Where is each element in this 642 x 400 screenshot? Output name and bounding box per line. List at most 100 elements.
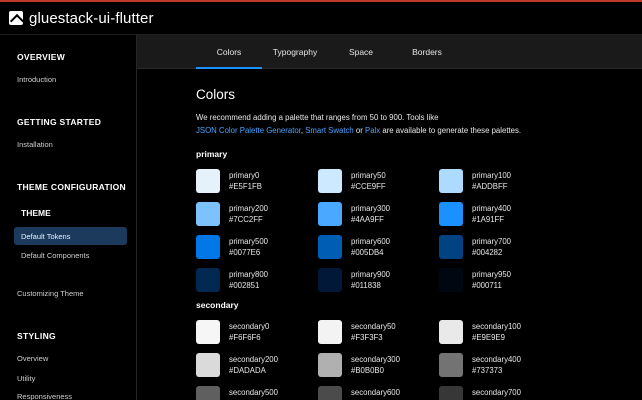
color-swatch-label: primary0 #E5F1FB bbox=[229, 169, 262, 192]
color-token-name: secondary200 bbox=[229, 355, 278, 364]
tab-typography[interactable]: Typography bbox=[262, 35, 328, 69]
color-hex-value: #F6F6F6 bbox=[229, 333, 261, 342]
color-swatch bbox=[439, 386, 463, 400]
json-color-palette-generator-link[interactable]: JSON Color Palette Generator bbox=[196, 126, 301, 135]
color-swatch bbox=[439, 169, 463, 193]
color-hex-value: #011838 bbox=[351, 281, 381, 290]
color-swatch bbox=[439, 202, 463, 226]
color-swatch-item: primary400 #1A91FF bbox=[439, 202, 511, 226]
color-hex-value: #004282 bbox=[472, 248, 503, 257]
color-swatch bbox=[196, 169, 220, 193]
color-swatch-item: secondary0 #F6F6F6 bbox=[196, 320, 269, 344]
color-token-name: primary200 bbox=[229, 204, 268, 213]
color-token-name: primary700 bbox=[472, 237, 511, 246]
color-hex-value: #ADDBFF bbox=[472, 182, 508, 191]
color-swatch-item: secondary200 #DADADA bbox=[196, 353, 278, 377]
color-swatch-item: primary100 #ADDBFF bbox=[439, 169, 511, 193]
color-swatch-item: secondary400 #737373 bbox=[439, 353, 521, 377]
main-content: Colors We recommend adding a palette tha… bbox=[137, 69, 642, 400]
color-token-name: primary600 bbox=[351, 237, 390, 246]
color-swatch-label: primary600 #005DB4 bbox=[351, 235, 390, 258]
sidebar-item-utility[interactable]: Utility bbox=[17, 374, 35, 383]
color-token-name: primary100 bbox=[472, 171, 511, 180]
color-swatch-label: secondary300 #B0B0B0 bbox=[351, 353, 400, 376]
palx-link[interactable]: Palx bbox=[365, 126, 380, 135]
color-token-name: secondary0 bbox=[229, 322, 270, 331]
color-swatch-item: secondary700#373737 bbox=[439, 386, 521, 400]
tab-borders[interactable]: Borders bbox=[394, 35, 460, 69]
sidebar-section-overview: OVERVIEW bbox=[17, 52, 66, 62]
color-token-name: secondary700 bbox=[472, 388, 521, 397]
sidebar-section-getting-started: GETTING STARTED bbox=[17, 117, 102, 127]
smart-swatch-link[interactable]: Smart Swatch bbox=[305, 126, 354, 135]
color-swatch-item: primary0 #E5F1FB bbox=[196, 169, 262, 193]
color-swatch-item: primary50 #CCE9FF bbox=[318, 169, 386, 193]
color-hex-value: #4AA9FF bbox=[351, 215, 384, 224]
color-token-name: primary400 bbox=[472, 204, 511, 213]
color-swatch bbox=[196, 386, 220, 400]
color-swatch-label: secondary50 #F3F3F3 bbox=[351, 320, 396, 343]
separator-text: or bbox=[353, 126, 366, 135]
color-swatch-label: primary300 #4AA9FF bbox=[351, 202, 390, 225]
color-swatch-item: primary600 #005DB4 bbox=[318, 235, 390, 259]
sidebar-section-styling: STYLING bbox=[17, 331, 56, 341]
color-hex-value: #737373 bbox=[472, 366, 503, 375]
color-swatch bbox=[318, 320, 342, 344]
color-hex-value: #000711 bbox=[472, 281, 502, 290]
color-token-name: secondary50 bbox=[351, 322, 396, 331]
color-swatch-label: primary900 #011838 bbox=[351, 268, 390, 291]
color-token-name: primary500 bbox=[229, 237, 268, 246]
color-swatch-item: secondary50 #F3F3F3 bbox=[318, 320, 396, 344]
page-description: We recommend adding a palette that range… bbox=[196, 111, 636, 137]
color-swatch bbox=[318, 235, 342, 259]
color-swatch-item: secondary500#5F5F5F bbox=[196, 386, 278, 400]
color-hex-value: #CCE9FF bbox=[351, 182, 386, 191]
color-swatch bbox=[318, 353, 342, 377]
color-swatch-label: secondary0 #F6F6F6 bbox=[229, 320, 269, 343]
app-logo-icon[interactable] bbox=[9, 11, 23, 25]
color-swatch bbox=[196, 353, 220, 377]
color-hex-value: #E5F1FB bbox=[229, 182, 262, 191]
color-swatch bbox=[196, 268, 220, 292]
sidebar-item-installation[interactable]: Installation bbox=[17, 140, 53, 149]
sidebar-section-theme-configuration: THEME CONFIGURATION bbox=[17, 182, 126, 192]
color-swatch-item: secondary100 #E9E9E9 bbox=[439, 320, 521, 344]
secondary-group-title: secondary bbox=[196, 300, 239, 310]
color-hex-value: #1A91FF bbox=[472, 215, 505, 224]
color-swatch-label: secondary200 #DADADA bbox=[229, 353, 278, 376]
color-token-name: primary900 bbox=[351, 270, 390, 279]
color-swatch bbox=[439, 353, 463, 377]
sidebar-item-customizing-theme[interactable]: Customizing Theme bbox=[17, 289, 84, 298]
color-swatch-item: secondary600#4B4B4B bbox=[318, 386, 400, 400]
primary-group-title: primary bbox=[196, 149, 228, 159]
sidebar-item-introduction[interactable]: Introduction bbox=[17, 75, 56, 84]
sidebar-item-responsiveness[interactable]: Responsiveness bbox=[17, 392, 72, 400]
tab-colors[interactable]: Colors bbox=[196, 35, 262, 69]
color-token-name: primary300 bbox=[351, 204, 390, 213]
description-tail: are available to generate these palettes… bbox=[380, 126, 522, 135]
color-token-name: secondary100 bbox=[472, 322, 521, 331]
color-swatch-label: secondary400 #737373 bbox=[472, 353, 521, 376]
color-token-name: primary0 bbox=[229, 171, 260, 180]
sidebar-item-default-components[interactable]: Default Components bbox=[21, 251, 89, 260]
color-swatch bbox=[196, 202, 220, 226]
sidebar-item-overview[interactable]: Overview bbox=[17, 354, 48, 363]
color-hex-value: #DADADA bbox=[229, 366, 266, 375]
color-swatch-label: primary50 #CCE9FF bbox=[351, 169, 386, 192]
color-swatch-item: primary800 #002851 bbox=[196, 268, 268, 292]
color-swatch-label: secondary100 #E9E9E9 bbox=[472, 320, 521, 343]
tab-space[interactable]: Space bbox=[328, 35, 394, 69]
color-swatch-label: primary100 #ADDBFF bbox=[472, 169, 511, 192]
color-swatch-label: primary800 #002851 bbox=[229, 268, 268, 291]
color-swatch bbox=[439, 268, 463, 292]
app-title[interactable]: gluestack-ui-flutter bbox=[29, 10, 154, 27]
color-hex-value: #F3F3F3 bbox=[351, 333, 383, 342]
color-swatch bbox=[439, 320, 463, 344]
color-token-name: secondary500 bbox=[229, 388, 278, 397]
color-swatch-item: primary500 #0077E6 bbox=[196, 235, 268, 259]
sidebar-item-default-tokens[interactable]: Default Tokens bbox=[14, 227, 127, 245]
color-token-name: secondary600 bbox=[351, 388, 400, 397]
color-hex-value: #005DB4 bbox=[351, 248, 384, 257]
color-token-name: primary800 bbox=[229, 270, 268, 279]
color-swatch-label: primary500 #0077E6 bbox=[229, 235, 268, 258]
